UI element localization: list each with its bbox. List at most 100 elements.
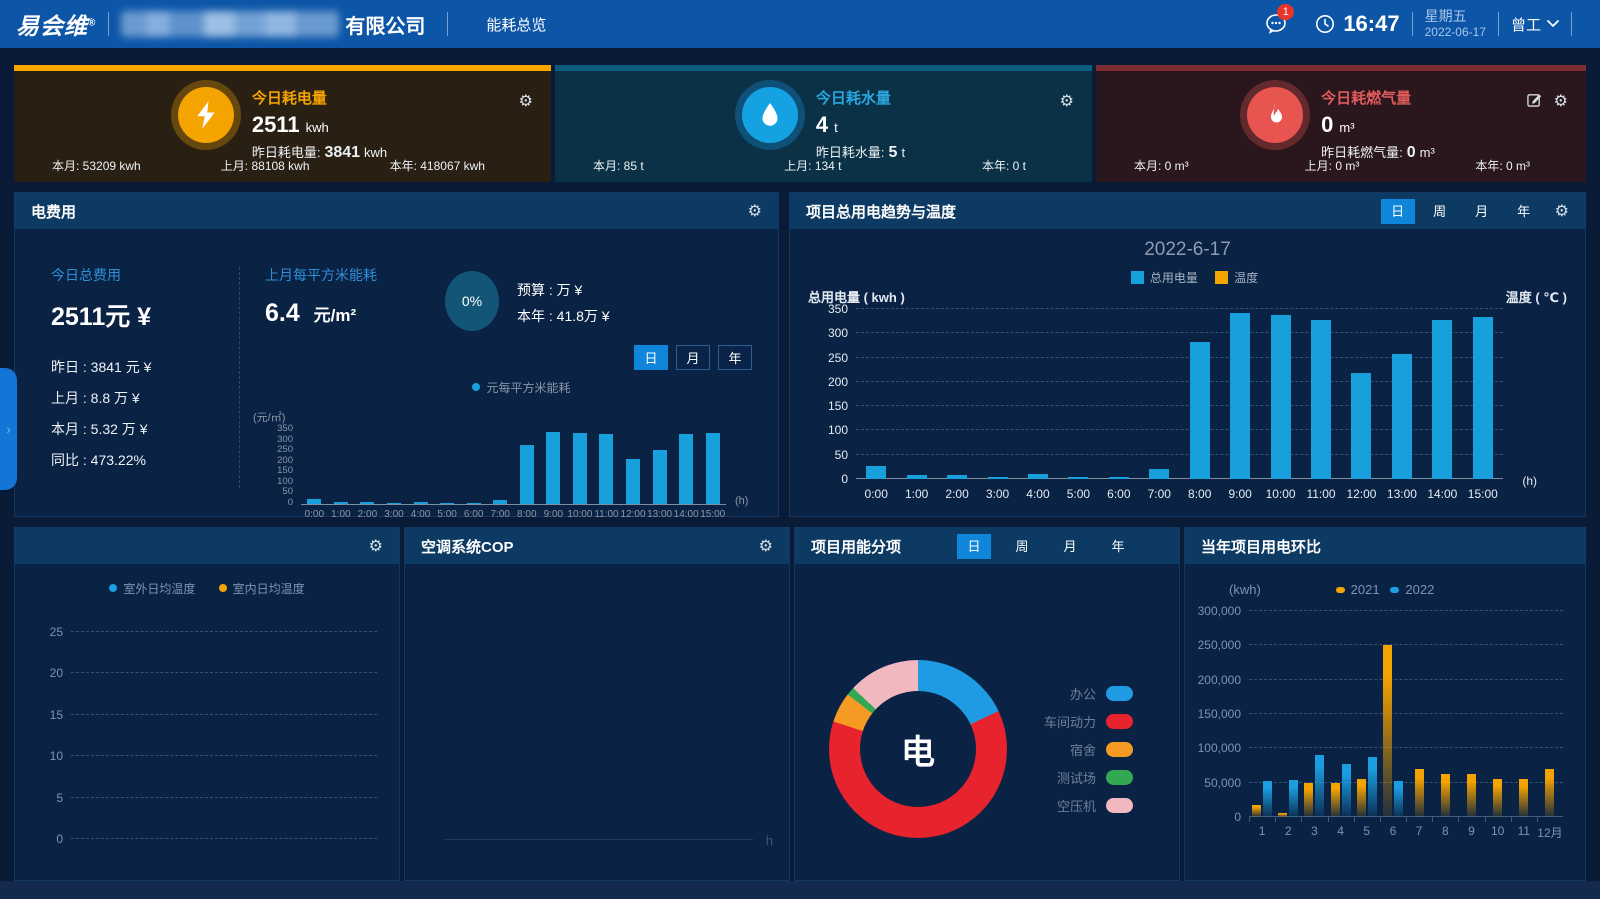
bar bbox=[1392, 354, 1412, 479]
bar bbox=[1109, 477, 1129, 479]
gear-icon[interactable]: ⚙ bbox=[1555, 201, 1569, 221]
x-tick-label: 14:00 bbox=[1422, 487, 1462, 501]
bar-slot bbox=[354, 430, 381, 504]
legend-label: 2022 bbox=[1405, 582, 1434, 597]
donut-legend: 办公车间动力宿舍测试场空压机 bbox=[1044, 684, 1133, 824]
tab-month[interactable]: 月 bbox=[1465, 199, 1499, 224]
budget-progress-ring: 0% bbox=[445, 271, 499, 331]
x-tick-label: 6:00 bbox=[1099, 487, 1139, 501]
bar bbox=[387, 503, 401, 504]
y-tick-label: 5 bbox=[56, 791, 71, 805]
gear-icon[interactable]: ⚙ bbox=[1060, 91, 1074, 111]
tab-year[interactable]: 年 bbox=[1507, 199, 1541, 224]
y-tick-label: 300 bbox=[277, 434, 301, 445]
tab-day[interactable]: 日 bbox=[957, 534, 991, 559]
temperature-chart: 0510152025 bbox=[71, 632, 377, 839]
bar bbox=[599, 434, 613, 504]
energy-donut-chart: 电 bbox=[829, 660, 1007, 838]
tab-week[interactable]: 周 bbox=[1423, 199, 1457, 224]
legend-swatch bbox=[1106, 742, 1133, 757]
gear-icon[interactable]: ⚙ bbox=[519, 91, 533, 111]
gear-icon[interactable]: ⚙ bbox=[369, 536, 383, 556]
bar-slot bbox=[1463, 309, 1503, 479]
bar-group bbox=[1511, 611, 1537, 817]
nav-item-energy-overview[interactable]: 能耗总览 bbox=[486, 14, 546, 35]
bar bbox=[1311, 320, 1331, 479]
cost-row-yesterday: 昨日 : 3841 元 ¥ bbox=[51, 357, 151, 377]
tab-day[interactable]: 日 bbox=[634, 345, 668, 370]
bar bbox=[334, 502, 348, 504]
legend-swatch bbox=[1106, 686, 1133, 701]
y-tick-label: 100 bbox=[828, 423, 856, 437]
trend-x-unit: (h) bbox=[1522, 474, 1537, 488]
y-tick-label: 200 bbox=[277, 455, 301, 466]
y-tick-label: 50,000 bbox=[1204, 776, 1249, 790]
x-tick-label: 11:00 bbox=[593, 509, 620, 520]
divider bbox=[1412, 12, 1413, 36]
chevron-right-icon: › bbox=[6, 422, 10, 437]
bar-slot bbox=[328, 430, 355, 504]
x-tick-label: 5 bbox=[1354, 824, 1380, 841]
cost-row-month: 本月 : 5.32 万 ¥ bbox=[51, 419, 151, 439]
bar bbox=[866, 466, 886, 479]
x-tick-label: 14:00 bbox=[673, 509, 700, 520]
x-tick-label: 6:00 bbox=[460, 509, 487, 520]
gear-icon[interactable]: ⚙ bbox=[1554, 91, 1568, 111]
grid-line bbox=[71, 631, 377, 632]
y-tick-label: 300,000 bbox=[1198, 604, 1249, 618]
bar-slot bbox=[514, 430, 541, 504]
tab-week[interactable]: 周 bbox=[1005, 534, 1039, 559]
yearly-x-labels: 123456789101112月 bbox=[1249, 824, 1563, 841]
bar-slot bbox=[620, 430, 647, 504]
x-tick-label: 13:00 bbox=[646, 509, 673, 520]
bar-2022 bbox=[1289, 780, 1298, 817]
message-button[interactable]: 1 bbox=[1265, 13, 1289, 35]
grid-line bbox=[71, 672, 377, 673]
y-tick-label: 0 bbox=[1234, 810, 1249, 824]
bar-slot bbox=[1018, 309, 1058, 479]
x-tick-label: 1 bbox=[1249, 824, 1275, 841]
sqm-value: 6.4 bbox=[265, 299, 300, 327]
y-tick-label: 200 bbox=[828, 375, 856, 389]
y-tick-label: 50 bbox=[835, 448, 856, 462]
today-cost-value: 2511元 ¥ bbox=[51, 297, 151, 333]
bar-series bbox=[1249, 611, 1563, 817]
tab-year[interactable]: 年 bbox=[1101, 534, 1135, 559]
bar-2022 bbox=[1315, 755, 1324, 817]
sidebar-expand-handle[interactable]: › bbox=[0, 368, 17, 490]
x-tick-label: 3:00 bbox=[381, 509, 408, 520]
bar-group bbox=[1537, 611, 1563, 817]
period-tabs: 日 月 年 bbox=[634, 345, 752, 370]
budget-line: 预算 : 万 ¥ bbox=[517, 277, 610, 303]
topbar-right: 1 16:47 星期五 2022-06-17 曾工 bbox=[1265, 8, 1584, 41]
x-tick-label: 9:00 bbox=[1220, 487, 1260, 501]
bar bbox=[467, 503, 481, 504]
period-tabs: 日 周 月 年 bbox=[1381, 199, 1541, 224]
bar bbox=[520, 445, 534, 504]
tab-month[interactable]: 月 bbox=[1053, 534, 1087, 559]
legend-item: 办公 bbox=[1044, 684, 1133, 703]
tab-day[interactable]: 日 bbox=[1381, 199, 1415, 224]
legend-dot-indoor bbox=[219, 584, 227, 592]
bar-2022 bbox=[1263, 781, 1272, 817]
gear-icon[interactable]: ⚙ bbox=[759, 536, 773, 556]
x-tick-label: 10:00 bbox=[1260, 487, 1300, 501]
kpi-title: 今日耗电量 bbox=[252, 87, 387, 108]
bar-slot bbox=[593, 430, 620, 504]
sqm-label: 上月每平方米能耗 bbox=[265, 265, 377, 285]
today-cost-label: 今日总费用 bbox=[51, 265, 151, 285]
bar bbox=[653, 450, 667, 504]
y-tick-label: 250 bbox=[277, 444, 301, 455]
dashboard-page: 易会维® 有限公司 能耗总览 1 16:47 星期五 202 bbox=[0, 0, 1600, 899]
tab-year[interactable]: 年 bbox=[718, 345, 752, 370]
tab-month[interactable]: 月 bbox=[676, 345, 710, 370]
bar-slot bbox=[487, 430, 514, 504]
edit-icon[interactable] bbox=[1527, 92, 1542, 107]
kpi-title: 今日耗水量 bbox=[816, 87, 905, 108]
divider bbox=[1571, 12, 1572, 36]
bar-2021 bbox=[1383, 645, 1392, 817]
bar-slot bbox=[896, 309, 936, 479]
user-menu[interactable]: 曾工 bbox=[1511, 14, 1559, 35]
gear-icon[interactable]: ⚙ bbox=[748, 201, 762, 221]
legend-item: 测试场 bbox=[1044, 768, 1133, 787]
